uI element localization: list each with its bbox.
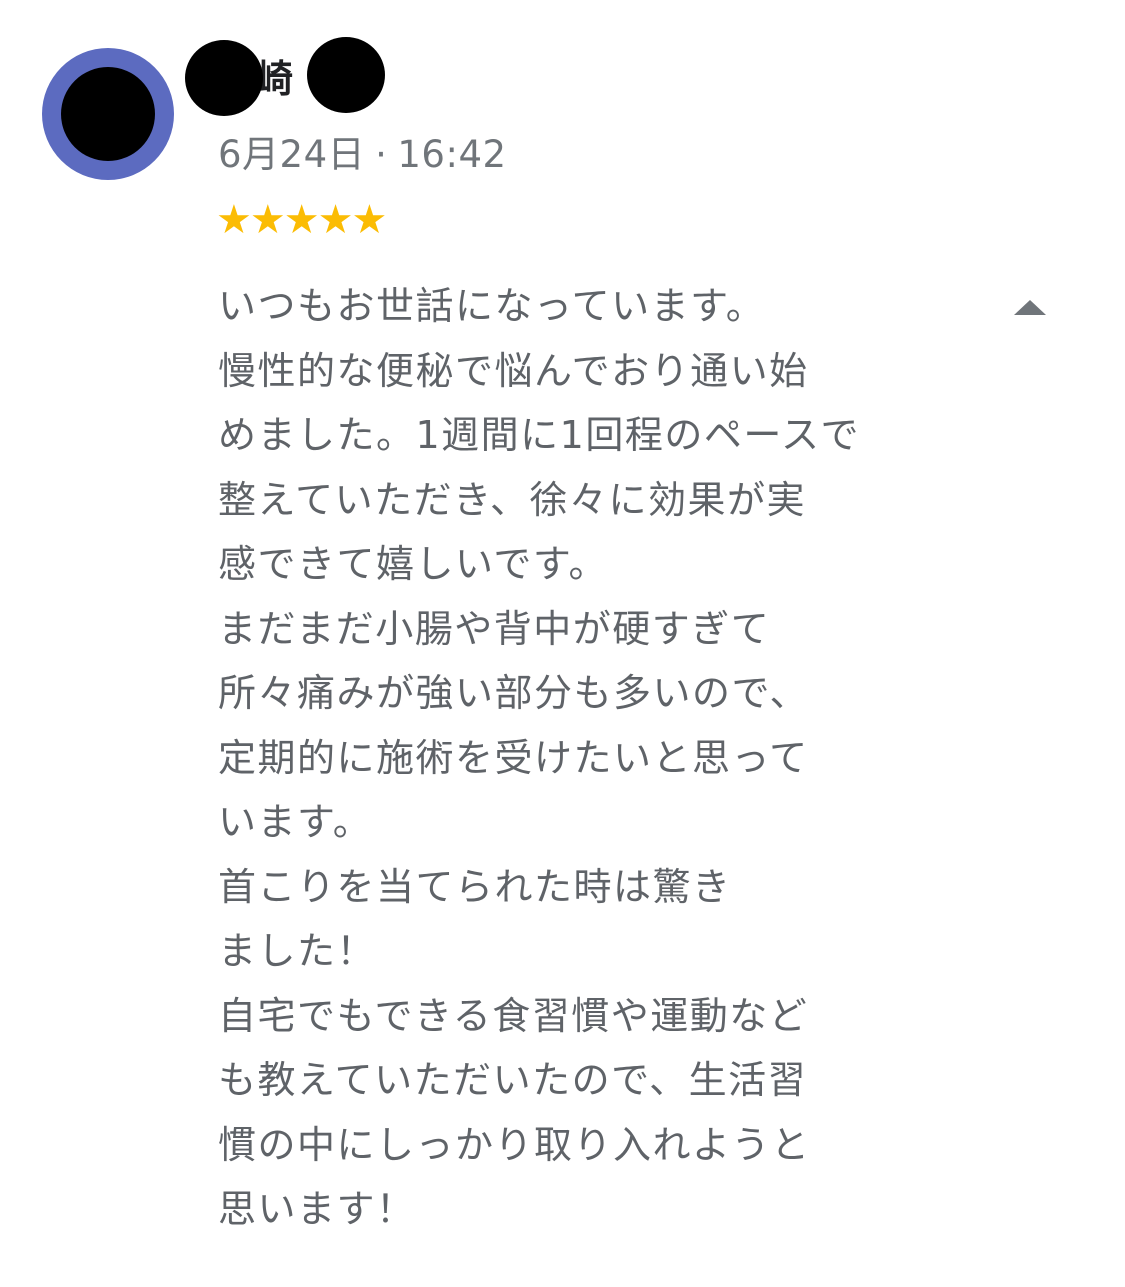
review-line: 思います！: [218, 1187, 416, 1231]
avatar-redaction: [61, 67, 155, 161]
review-line: 整えていただき、徐々に効果が実: [218, 477, 806, 522]
reviewer-name[interactable]: 崎: [185, 37, 395, 118]
review-line: 感できて嬉しいです。: [218, 542, 609, 586]
star-rating: ★★★★★: [216, 197, 387, 243]
review-line: 自宅でもできる食習慣や運動など: [218, 993, 809, 1038]
review-line: めました。1週間に1回程のペースで: [218, 413, 860, 457]
review-timestamp: 6月24日 · 16:42: [218, 124, 507, 178]
review-line: も教えていただいたので、生活習: [218, 1058, 808, 1102]
review-time: 16:42: [397, 133, 507, 176]
review-line: います。: [218, 800, 373, 844]
review-line: 所々痛みが強い部分も多いので、: [218, 671, 809, 715]
review-line: ました！: [218, 929, 377, 973]
name-redaction-left: [185, 40, 263, 116]
review-line: 定期的に施術を受けたいと思って: [218, 735, 809, 780]
review-line: 慢性的な便秘で悩んでおり通い始: [218, 348, 809, 393]
review-date: 6月24日: [218, 133, 366, 176]
triangle-up-icon: [1014, 300, 1046, 315]
review-line: いつもお世話になっています。: [218, 284, 766, 328]
name-redaction-right: [307, 37, 385, 113]
collapse-button[interactable]: [1010, 295, 1050, 321]
review-line: 慣の中にしっかり取り入れようと: [218, 1122, 811, 1167]
review-text: いつもお世話になっています。 慢性的な便秘で悩んでおり通い始めました。1週間に1回…: [218, 274, 948, 1242]
timestamp-separator: ·: [375, 133, 388, 176]
review-line: まだまだ小腸や背中が硬すぎて: [218, 606, 771, 651]
avatar[interactable]: [42, 48, 174, 180]
review-line: 首こりを当てられた時は驚き: [218, 864, 732, 909]
